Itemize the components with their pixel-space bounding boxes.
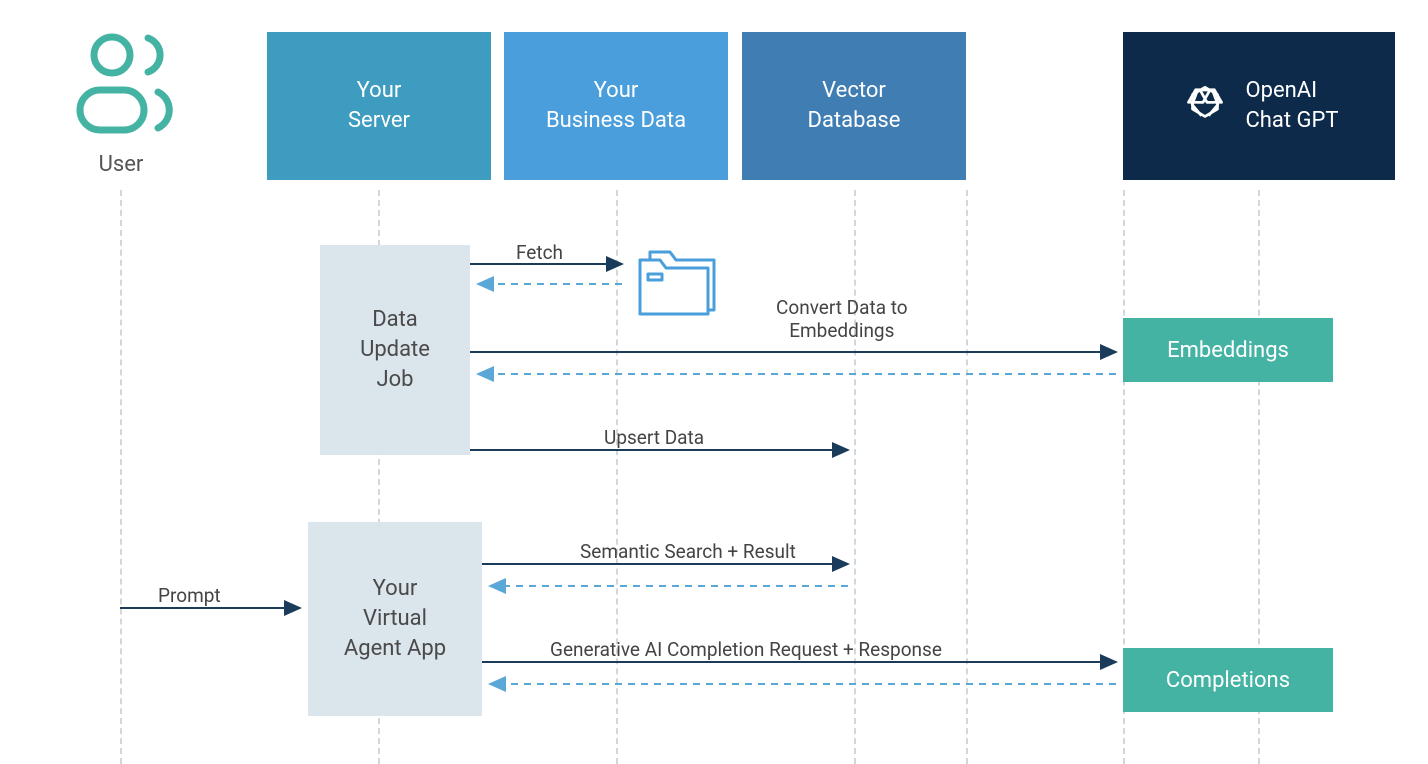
lane-vector: Vector Database <box>742 32 966 180</box>
lifeline-vector-2 <box>966 190 968 764</box>
data-job-line1: Data <box>372 305 418 335</box>
openai-label-1: OpenAI <box>1245 76 1338 106</box>
label-fetch: Fetch <box>516 241 563 264</box>
label-upsert: Upsert Data <box>604 426 704 449</box>
activation-data-job: Data Update Job <box>320 245 470 455</box>
lifeline-user <box>120 190 122 764</box>
data-job-line2: Update <box>360 335 430 365</box>
folder-icon <box>632 244 728 322</box>
openai-label-2: Chat GPT <box>1245 106 1338 136</box>
lifeline-vector <box>854 190 856 764</box>
lane-business: Your Business Data <box>504 32 728 180</box>
api-completions: Completions <box>1123 648 1333 712</box>
label-semantic: Semantic Search + Result <box>580 540 796 563</box>
lane-openai: OpenAI Chat GPT <box>1123 32 1395 180</box>
data-job-line3: Job <box>376 365 413 395</box>
label-prompt: Prompt <box>158 584 221 607</box>
lane-user: User <box>66 28 176 177</box>
user-icon <box>66 28 176 142</box>
agent-line3: Agent App <box>344 634 446 664</box>
label-generative: Generative AI Completion Request + Respo… <box>550 638 942 661</box>
lifeline-business <box>616 190 618 764</box>
agent-line2: Virtual <box>363 604 427 634</box>
label-convert: Convert Data to Embeddings <box>776 296 908 342</box>
agent-line1: Your <box>373 574 418 604</box>
api-embeddings: Embeddings <box>1123 318 1333 382</box>
openai-icon <box>1179 80 1231 132</box>
activation-agent-app: Your Virtual Agent App <box>308 522 482 716</box>
lane-server: Your Server <box>267 32 491 180</box>
user-label: User <box>66 152 176 177</box>
